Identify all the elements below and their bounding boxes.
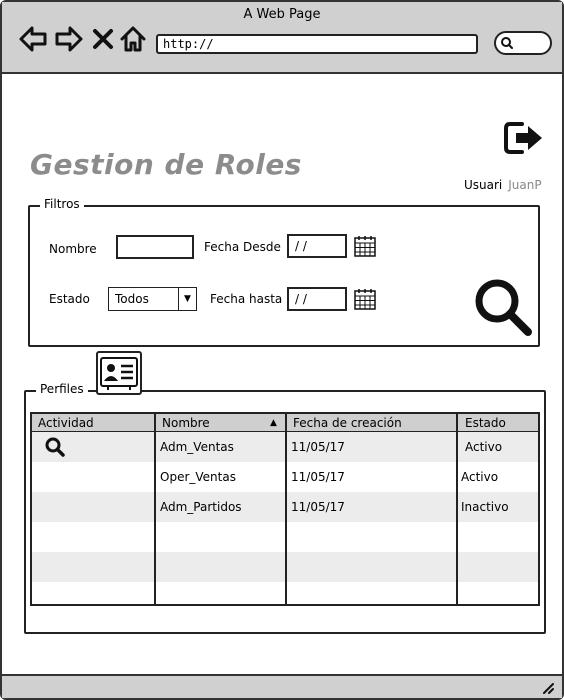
- estado-select[interactable]: Todos ▼: [108, 287, 197, 311]
- resize-grip-icon[interactable]: [540, 680, 554, 694]
- fecha-hasta-label: Fecha hasta: [210, 292, 283, 306]
- id-card-icon: [100, 357, 138, 390]
- browser-statusbar: [2, 674, 562, 698]
- calendar-icon[interactable]: [354, 235, 376, 257]
- cell-nombre: Adm_Partidos: [160, 500, 242, 514]
- estado-select-value: Todos: [115, 292, 149, 306]
- browser-search-box[interactable]: [494, 31, 552, 55]
- cell-estado: Activo: [465, 440, 503, 454]
- chevron-down-icon[interactable]: ▼: [178, 288, 196, 310]
- fecha-desde-input[interactable]: / /: [287, 234, 347, 258]
- column-header-nombre[interactable]: Nombre ▲: [156, 414, 286, 432]
- cell-estado: Activo: [461, 470, 499, 484]
- add-profile-button[interactable]: [96, 351, 142, 395]
- browser-titlebar: A Web Page http://: [2, 2, 562, 74]
- search-button-icon[interactable]: [472, 276, 534, 338]
- column-header-actividad[interactable]: Actividad: [32, 414, 156, 432]
- column-header-nombre-label: Nombre: [162, 416, 210, 430]
- cell-nombre: Oper_Ventas: [160, 470, 236, 484]
- nombre-label: Nombre: [49, 242, 97, 256]
- back-arrow-icon[interactable]: [18, 24, 48, 54]
- fecha-hasta-input[interactable]: / /: [287, 287, 347, 311]
- estado-label: Estado: [49, 292, 90, 306]
- fecha-desde-label: Fecha Desde: [204, 240, 281, 254]
- nombre-input[interactable]: [116, 235, 194, 259]
- user-name[interactable]: JuanP: [508, 178, 541, 192]
- search-icon[interactable]: [44, 436, 66, 458]
- browser-window: A Web Page http:// Gestion de Roles Usua…: [0, 0, 564, 700]
- home-icon[interactable]: [118, 24, 148, 54]
- profiles-table: Actividad Nombre ▲ Fecha de creación Est…: [30, 412, 540, 606]
- cell-fecha: 11/05/17: [291, 500, 345, 514]
- filters-panel: Filtros Nombre Fecha Desde / / Estado To…: [28, 197, 540, 347]
- cell-fecha: 11/05/17: [291, 470, 345, 484]
- profiles-legend: Perfiles: [36, 382, 88, 396]
- filters-legend: Filtros: [40, 197, 84, 211]
- column-divider: [456, 414, 458, 604]
- column-header-estado[interactable]: Estado: [459, 414, 538, 432]
- user-label: Usuari: [464, 178, 503, 192]
- cell-fecha: 11/05/17: [291, 440, 345, 454]
- page-title: Gestion de Roles: [30, 148, 302, 181]
- sort-ascending-icon: ▲: [270, 418, 277, 428]
- browser-title: A Web Page: [243, 7, 321, 22]
- close-x-icon[interactable]: [92, 24, 114, 54]
- cell-nombre: Adm_Ventas: [160, 440, 234, 454]
- column-divider: [285, 414, 287, 604]
- forward-arrow-icon[interactable]: [54, 24, 84, 54]
- url-input[interactable]: http://: [156, 34, 478, 54]
- user-info: Usuari JuanP: [464, 178, 546, 192]
- search-icon: [501, 37, 513, 49]
- column-divider: [154, 414, 156, 604]
- cell-estado: Inactivo: [461, 500, 509, 514]
- column-header-fecha[interactable]: Fecha de creación: [287, 414, 457, 432]
- logout-icon[interactable]: [502, 118, 546, 158]
- calendar-icon[interactable]: [354, 288, 376, 310]
